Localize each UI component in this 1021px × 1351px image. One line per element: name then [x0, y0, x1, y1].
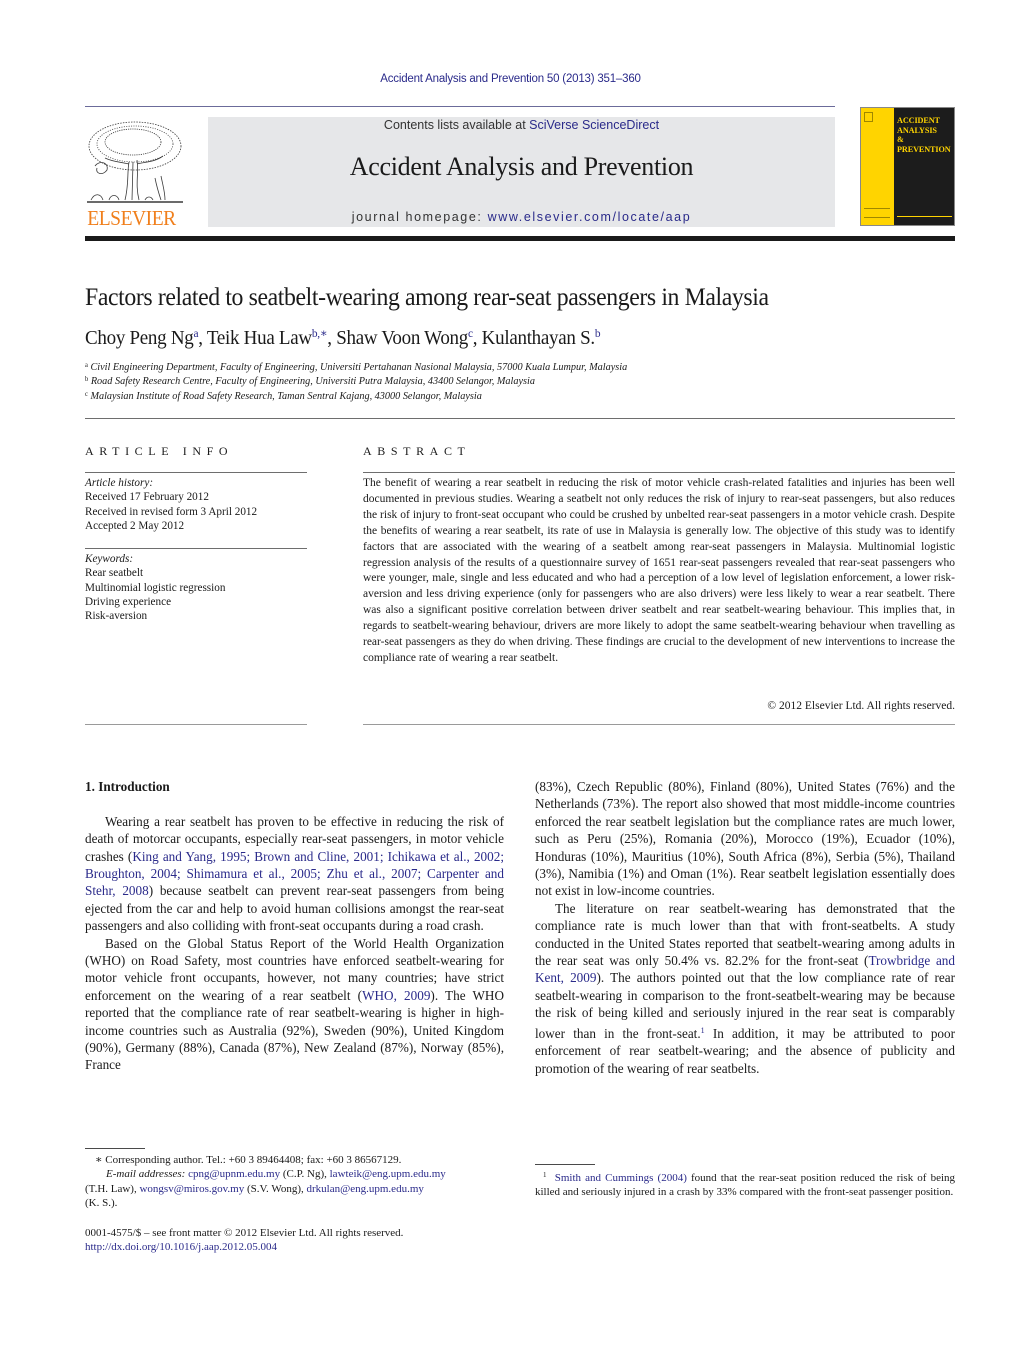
abstract-copyright: © 2012 Elsevier Ltd. All rights reserved… [767, 700, 955, 712]
divider [363, 724, 955, 725]
email-link[interactable]: lawteik@eng.upm.edu.my [330, 1168, 446, 1180]
email-line: E-mail addresses: cpng@upnm.edu.my (C.P.… [85, 1167, 505, 1181]
homepage-link[interactable]: www.elsevier.com/locate/aap [488, 210, 692, 224]
body-column-right: (83%), Czech Republic (80%), Finland (80… [535, 778, 955, 1077]
affiliation-text: Road Safety Research Centre, Faculty of … [90, 375, 535, 387]
author-name: Shaw Voon Wong [336, 327, 468, 349]
cover-title-line: ANALYSIS [897, 125, 937, 135]
email-owner: (C.P. Ng), [282, 1168, 327, 1181]
cover-title-line: & [897, 135, 904, 144]
cover-emblem-icon [864, 112, 873, 122]
footnote-rule [535, 1164, 595, 1165]
affiliation: b Road Safety Research Centre, Faculty o… [85, 375, 535, 387]
author-name: Kulanthayan S. [481, 327, 595, 349]
contents-prefix: Contents lists available at [383, 118, 530, 132]
footnote-mark: 1 [543, 1171, 547, 1179]
affiliation-text: Malaysian Institute of Road Safety Resea… [90, 390, 482, 402]
cover-rule [897, 216, 952, 217]
keyword: Driving experience [85, 595, 172, 608]
journal-title: Accident Analysis and Prevention [349, 152, 694, 181]
affiliation-key: c [85, 390, 88, 398]
affiliation-key: a [85, 361, 88, 369]
divider [363, 472, 955, 473]
keywords: Keywords: Rear seatbelt Multinomial logi… [85, 552, 307, 623]
email-line: (K. S.). [85, 1196, 505, 1210]
keyword: Rear seatbelt [85, 567, 144, 580]
author-footnote: ∗ Corresponding author. Tel.: +60 3 8946… [85, 1153, 505, 1210]
history-item: Accepted 2 May 2012 [85, 519, 185, 532]
section-heading: 1. Introduction [85, 779, 170, 794]
divider [85, 472, 307, 473]
email-link[interactable]: drkulan@eng.upm.edu.my [307, 1183, 424, 1195]
front-matter-text: 0001-4575/$ – see front matter © 2012 El… [85, 1227, 404, 1239]
footnote-rule [85, 1148, 145, 1149]
email-line: (T.H. Law), wongsv@miros.gov.my (S.V. Wo… [85, 1182, 505, 1196]
email-owner: (T.H. Law), [85, 1182, 137, 1195]
journal-citation-link[interactable]: Accident Analysis and Prevention 50 (201… [380, 73, 641, 85]
paragraph: Wearing a rear seatbelt has proven to be… [85, 813, 504, 935]
keyword: Risk-aversion [85, 610, 148, 623]
masthead-thick-rule [85, 236, 955, 241]
cover-yellow-band [861, 108, 894, 225]
homepage-prefix: journal homepage: [351, 210, 488, 224]
author-affil-link[interactable]: c [468, 326, 473, 340]
email-link[interactable]: wongsv@miros.gov.my [139, 1183, 244, 1195]
homepage-line: journal homepage: www.elsevier.com/locat… [208, 210, 835, 224]
keyword: Multinomial logistic regression [85, 581, 226, 594]
contents-line: Contents lists available at SciVerse Sci… [208, 118, 835, 132]
article-history: Article history: Received 17 February 20… [85, 476, 307, 533]
email-owner: (S.V. Wong), [246, 1182, 304, 1195]
citation-link[interactable]: WHO, 2009 [362, 988, 430, 1003]
divider [85, 548, 307, 549]
article-title: Factors related to seatbelt-wearing amon… [85, 284, 769, 311]
abstract-text: The benefit of wearing a rear seatbelt i… [363, 477, 955, 664]
author-affil-link[interactable]: b [595, 326, 601, 340]
article-info-heading: ARTICLE INFO [85, 444, 234, 458]
author-list: Choy Peng Nga, Teik Hua Lawb,∗, Shaw Voo… [85, 326, 601, 349]
cover-title-line: PREVENTION [897, 144, 951, 154]
cover-title: ACCIDENT ANALYSIS & PREVENTION [897, 116, 951, 154]
affiliation: a Civil Engineering Department, Faculty … [85, 361, 627, 373]
elsevier-wordmark: ELSEVIER [87, 206, 176, 230]
paragraph: The literature on rear seatbelt-wearing … [535, 900, 955, 1077]
author-name: Choy Peng Ng [85, 327, 194, 349]
footnote-1: 1 Smith and Cummings (2004) found that t… [535, 1168, 955, 1200]
abstract-heading: ABSTRACT [363, 444, 471, 458]
keywords-label: Keywords: [85, 553, 134, 565]
cover-title-line: ACCIDENT [897, 116, 940, 125]
author-name: Teik Hua Law [206, 327, 312, 349]
email-link[interactable]: cpng@upnm.edu.my [188, 1168, 280, 1180]
sciencedirect-link[interactable]: SciVerse ScienceDirect [529, 118, 659, 132]
history-item: Received in revised form 3 April 2012 [85, 505, 258, 518]
footnote-text: 1 Smith and Cummings (2004) found that t… [535, 1168, 955, 1200]
author-affil-link[interactable]: a [193, 326, 198, 340]
doi-link[interactable]: http://dx.doi.org/10.1016/j.aap.2012.05.… [85, 1241, 277, 1253]
affiliation-key: b [85, 375, 89, 383]
journal-cover-image[interactable]: ACCIDENT ANALYSIS & PREVENTION [860, 107, 955, 226]
top-rule [85, 106, 835, 107]
affiliation: c Malaysian Institute of Road Safety Res… [85, 390, 482, 402]
running-head[interactable]: Accident Analysis and Prevention 50 (201… [0, 73, 1021, 85]
email-label: E-mail addresses: [106, 1168, 186, 1181]
paragraph: (83%), Czech Republic (80%), Finland (80… [535, 779, 955, 899]
body-column-left: 1. Introduction Wearing a rear seatbelt … [85, 778, 504, 1074]
history-label: Article history: [85, 477, 154, 489]
email-owner: (K. S.). [85, 1196, 118, 1209]
front-matter: 0001-4575/$ – see front matter © 2012 El… [85, 1226, 505, 1255]
history-item: Received 17 February 2012 [85, 491, 209, 504]
divider [85, 724, 307, 725]
paragraph-text: ) because seatbelt can prevent rear-seat… [85, 883, 504, 934]
tree-icon [87, 121, 183, 203]
affiliation-text: Civil Engineering Department, Faculty of… [90, 361, 628, 373]
corresponding-author-note: ∗ Corresponding author. Tel.: +60 3 8946… [95, 1154, 402, 1166]
author-affil-link[interactable]: b,∗ [312, 326, 328, 340]
cover-publisher-mark [864, 208, 890, 218]
title-rule [85, 418, 955, 419]
paragraph: Based on the Global Status Report of the… [85, 935, 504, 1074]
citation-link[interactable]: Smith and Cummings (2004) [555, 1172, 687, 1184]
